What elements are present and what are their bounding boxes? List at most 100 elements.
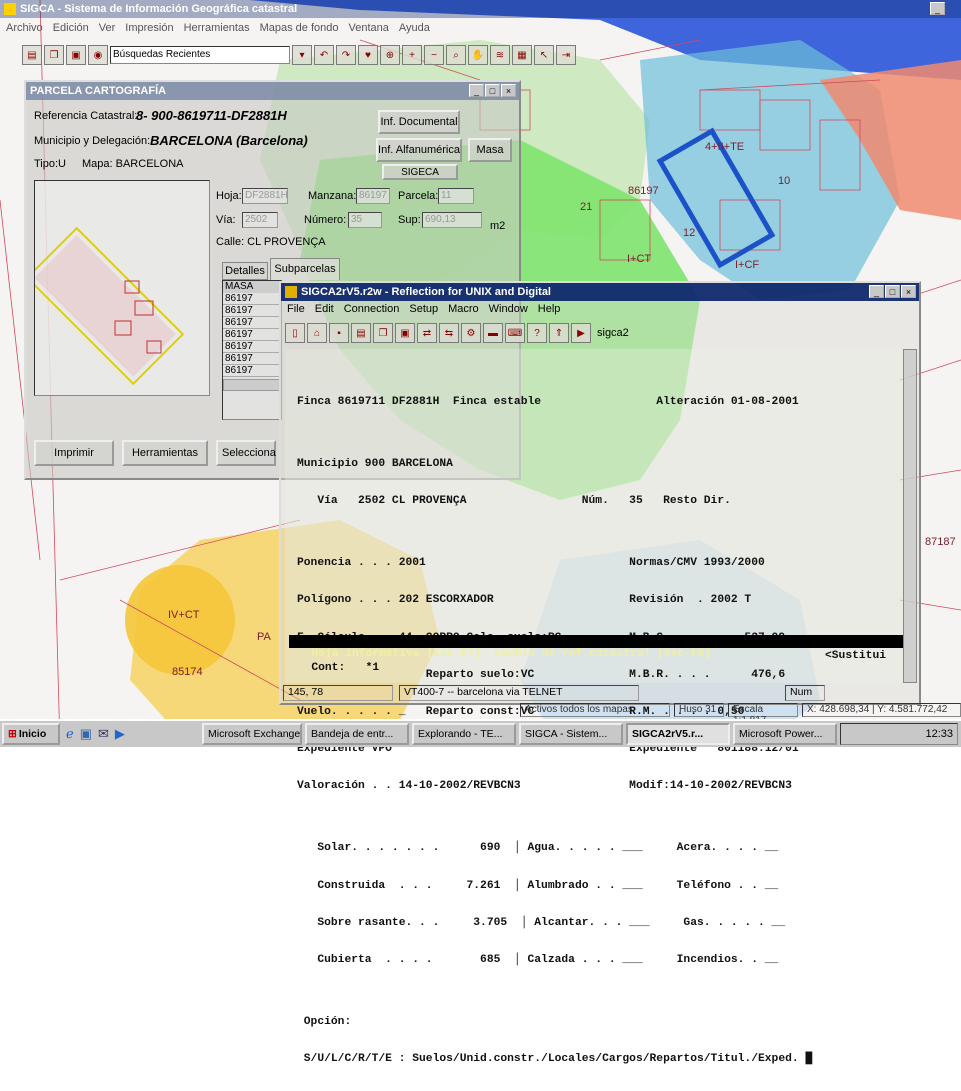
- close-icon[interactable]: ×: [901, 285, 916, 298]
- new-icon[interactable]: ▯: [285, 323, 305, 343]
- list-item[interactable]: 86197: [223, 365, 281, 377]
- menu-edicion[interactable]: Edición: [53, 22, 89, 34]
- inf-documental-button[interactable]: Inf. Documental: [378, 110, 460, 134]
- inf-alfanumerica-button[interactable]: Inf. Alfanumérica: [376, 138, 462, 162]
- manzana-field[interactable]: 86197: [356, 188, 390, 204]
- task-sigca[interactable]: SIGCA - Sistem...: [519, 723, 623, 745]
- tipo-label: Tipo:U: [34, 158, 66, 170]
- menu-archivo[interactable]: Archivo: [6, 22, 43, 34]
- media-icon[interactable]: ▶: [115, 726, 125, 742]
- selecciona-button[interactable]: Selecciona: [216, 440, 276, 466]
- redo-icon[interactable]: ↷: [336, 45, 356, 65]
- select-icon[interactable]: ↖: [534, 45, 554, 65]
- hoja-field[interactable]: DF2881H: [242, 188, 288, 204]
- list-item[interactable]: 86197: [223, 293, 281, 305]
- binoculars-icon[interactable]: ◉: [88, 45, 108, 65]
- terminal-titlebar: SIGCA2rV5.r2w - Reflection for UNIX and …: [281, 283, 919, 301]
- menu-ver[interactable]: Ver: [99, 22, 116, 34]
- masa-button[interactable]: Masa: [468, 138, 512, 162]
- maximize-icon[interactable]: □: [885, 285, 900, 298]
- task-sigca2rv5[interactable]: SIGCA2rV5.r...: [626, 723, 730, 745]
- print-icon[interactable]: ▤: [351, 323, 371, 343]
- term-line: S/U/L/C/R/T/E : Suelos/Unid.constr./Loca…: [297, 1053, 813, 1066]
- sigeca-button[interactable]: SIGECA: [382, 164, 458, 180]
- herramientas-button[interactable]: Herramientas: [122, 440, 208, 466]
- parcela-field[interactable]: 11: [438, 188, 474, 204]
- maximize-icon[interactable]: □: [485, 84, 500, 97]
- save-icon[interactable]: ▪: [329, 323, 349, 343]
- menu-connection[interactable]: Connection: [344, 303, 400, 315]
- terminal-screen[interactable]: Finca 8619711 DF2881H Finca estable Alte…: [285, 349, 907, 1065]
- vertical-scrollbar[interactable]: [903, 349, 917, 683]
- horizontal-scrollbar[interactable]: [223, 379, 281, 391]
- sup-field[interactable]: 690,13: [422, 212, 482, 228]
- paste-icon[interactable]: ▣: [395, 323, 415, 343]
- macro-icon[interactable]: ▶: [571, 323, 591, 343]
- menu-file[interactable]: File: [287, 303, 305, 315]
- task-explorando[interactable]: Explorando - TE...: [412, 723, 516, 745]
- help-icon[interactable]: ?: [527, 323, 547, 343]
- search-combo[interactable]: Búsquedas Recientes: [110, 46, 290, 64]
- numero-label: Número:: [304, 214, 347, 226]
- layers-icon[interactable]: ≋: [490, 45, 510, 65]
- menu-macro[interactable]: Macro: [448, 303, 479, 315]
- print-icon[interactable]: ▤: [22, 45, 42, 65]
- undo-icon[interactable]: ↶: [314, 45, 334, 65]
- tab-subparcelas[interactable]: Subparcelas: [270, 258, 340, 280]
- paste-icon[interactable]: ▣: [66, 45, 86, 65]
- desktop-icon[interactable]: ▣: [80, 726, 92, 742]
- display-icon[interactable]: ▬: [483, 323, 503, 343]
- menu-setup[interactable]: Setup: [409, 303, 438, 315]
- list-item[interactable]: 86197: [223, 317, 281, 329]
- zoom-icon[interactable]: ⊕: [380, 45, 400, 65]
- menu-impresion[interactable]: Impresión: [125, 22, 173, 34]
- numero-field[interactable]: 35: [348, 212, 382, 228]
- menu-ventana[interactable]: Ventana: [349, 22, 389, 34]
- minimize-icon[interactable]: _: [869, 285, 884, 298]
- map-label: 10: [778, 175, 790, 187]
- disconnect-icon[interactable]: ⇆: [439, 323, 459, 343]
- list-item[interactable]: 86197: [223, 305, 281, 317]
- outlook-icon[interactable]: ✉: [98, 726, 109, 742]
- hand-icon[interactable]: ✋: [468, 45, 488, 65]
- settings-icon[interactable]: ⚙: [461, 323, 481, 343]
- zoom-in-icon[interactable]: +: [402, 45, 422, 65]
- zoom-window-icon[interactable]: ⌕: [446, 45, 466, 65]
- list-item[interactable]: 86197: [223, 341, 281, 353]
- menu-ayuda[interactable]: Ayuda: [399, 22, 430, 34]
- huso-status: Huso 31: [674, 703, 724, 717]
- map-icon[interactable]: ▦: [512, 45, 532, 65]
- via-field[interactable]: 2502: [242, 212, 278, 228]
- list-item[interactable]: 86197: [223, 329, 281, 341]
- heart-icon[interactable]: ♥: [358, 45, 378, 65]
- task-bandeja[interactable]: Bandeja de entr...: [305, 723, 409, 745]
- tab-detalles[interactable]: Detalles: [222, 262, 268, 280]
- connect-icon[interactable]: ⇄: [417, 323, 437, 343]
- subparcelas-list: MASA 86197 86197 86197 86197 86197 86197…: [222, 280, 282, 420]
- close-icon[interactable]: ×: [501, 84, 516, 97]
- minimize-icon[interactable]: _: [930, 2, 945, 15]
- map-label: 12: [683, 227, 695, 239]
- exit-icon[interactable]: ⇥: [556, 45, 576, 65]
- dropdown-icon[interactable]: ▾: [292, 45, 312, 65]
- list-item[interactable]: 86197: [223, 353, 281, 365]
- start-button[interactable]: ⊞ Inicio: [2, 723, 60, 745]
- copy-icon[interactable]: ❐: [373, 323, 393, 343]
- ref-label: Referencia Catastral:: [34, 110, 138, 122]
- menu-herramientas[interactable]: Herramientas: [184, 22, 250, 34]
- imprimir-button[interactable]: Imprimir: [34, 440, 114, 466]
- menu-edit[interactable]: Edit: [315, 303, 334, 315]
- minimize-icon[interactable]: _: [469, 84, 484, 97]
- open-icon[interactable]: ⌂: [307, 323, 327, 343]
- menu-mapas-de-fondo[interactable]: Mapas de fondo: [260, 22, 339, 34]
- menu-window[interactable]: Window: [489, 303, 528, 315]
- transfer-icon[interactable]: ⇑: [549, 323, 569, 343]
- zoom-out-icon[interactable]: −: [424, 45, 444, 65]
- keyboard-icon[interactable]: ⌨: [505, 323, 525, 343]
- task-powerpoint[interactable]: Microsoft Power...: [733, 723, 837, 745]
- copy-icon[interactable]: ❐: [44, 45, 64, 65]
- term-line: Opción:: [297, 1016, 352, 1029]
- menu-help[interactable]: Help: [538, 303, 561, 315]
- ie-icon[interactable]: ℯ: [66, 726, 74, 742]
- task-exchange[interactable]: Microsoft Exchange: [202, 723, 302, 745]
